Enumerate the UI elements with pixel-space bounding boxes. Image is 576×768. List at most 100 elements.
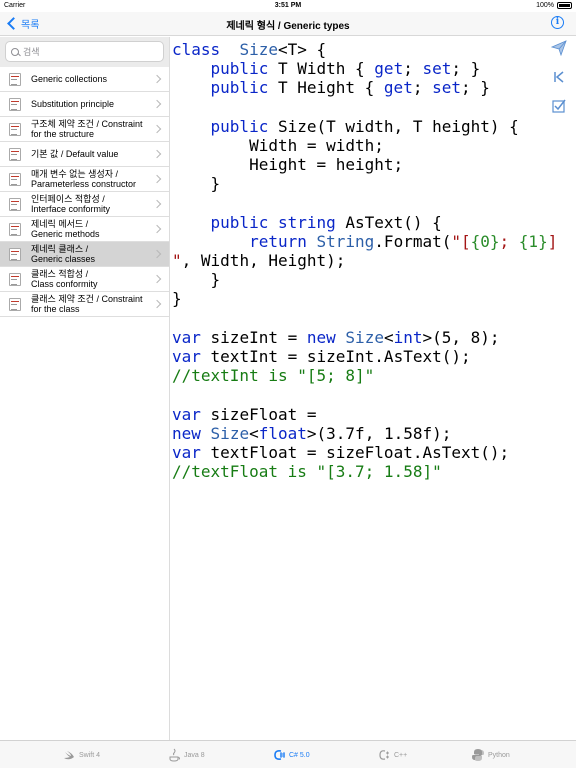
sidebar-item-line2: Class conformity xyxy=(31,279,98,289)
code-token: var xyxy=(172,442,201,462)
sidebar-item-line2: for the structure xyxy=(31,129,95,139)
sidebar-item-label: 클래스 제약 조건 / Constraint for the class xyxy=(31,294,142,314)
first-icon[interactable] xyxy=(551,69,567,85)
topic-list: Generic collections Substitution principl… xyxy=(0,67,169,317)
sidebar-item[interactable]: 제네릭 클래스 / Generic classes xyxy=(0,242,169,267)
cpp-icon xyxy=(377,748,394,762)
tab-bar: Swift 4 Java 8 C# 5.0 C++ Python xyxy=(0,740,576,768)
code-token: ; } xyxy=(461,78,490,98)
tab-c[interactable]: C++ xyxy=(377,741,407,768)
code-token: public xyxy=(210,78,269,98)
code-token: ; xyxy=(499,231,519,251)
search-input[interactable]: 검색 xyxy=(5,41,164,62)
sidebar-item[interactable]: Generic collections xyxy=(0,67,169,92)
code-token: {0} xyxy=(470,231,500,251)
code-token: < xyxy=(249,423,259,443)
sidebar-item[interactable]: Substitution principle xyxy=(0,92,169,117)
code-token: Size xyxy=(210,423,250,443)
code-token: T Width { xyxy=(268,59,375,79)
sidebar-item[interactable]: 제네릭 메서드 / Generic methods xyxy=(0,217,169,242)
code-token: {1} xyxy=(518,231,548,251)
send-icon[interactable] xyxy=(550,40,567,57)
code-token: get xyxy=(374,59,404,79)
chevron-right-icon xyxy=(152,74,162,84)
sidebar-item[interactable]: 클래스 제약 조건 / Constraint for the class xyxy=(0,292,169,317)
code-line: return String.Format("[{0}; {1}] xyxy=(172,231,557,251)
sidebar-item-line1: 제네릭 클래스 / xyxy=(31,244,89,254)
sidebar-item-line2: Generic methods xyxy=(31,229,100,239)
search-icon xyxy=(11,47,19,56)
code-token: AsText() { xyxy=(335,212,442,232)
sidebar-item-line2: for the class xyxy=(31,304,80,314)
document-icon xyxy=(9,73,21,86)
clock: 3:51 PM xyxy=(274,2,302,9)
tab-java8[interactable]: Java 8 xyxy=(167,741,205,768)
sidebar-item-label: Generic collections xyxy=(31,74,107,84)
sidebar-item[interactable]: 매개 변수 없는 생성자 / Parameterless constructor xyxy=(0,167,169,192)
tab-label: Java 8 xyxy=(184,751,205,759)
sidebar-item-label: 클래스 적합성 / Class conformity xyxy=(31,269,98,289)
tab-python[interactable]: Python xyxy=(471,741,510,768)
code-line: new Size<float>(3.7f, 1.58f); xyxy=(172,424,544,443)
page-title: 제네릭 형식 / Generic types xyxy=(226,21,350,32)
sidebar-item-label: 구조체 제약 조건 / Constraint for the structure xyxy=(31,119,142,139)
code-line: public T Width { get; set; } xyxy=(172,59,544,78)
sidebar-item[interactable]: 구조체 제약 조건 / Constraint for the structure xyxy=(0,117,169,142)
code-token: >(5, 8); xyxy=(422,327,500,347)
sidebar-item-line2: Generic classes xyxy=(31,254,96,264)
sidebar-item-label: 제네릭 클래스 / Generic classes xyxy=(31,244,95,264)
code-line: ", Width, Height); xyxy=(172,251,544,270)
code-token: T Height { xyxy=(268,78,384,98)
code-line: var textInt = sizeInt.AsText(); xyxy=(172,347,544,366)
document-icon xyxy=(9,223,21,236)
battery-icon xyxy=(557,2,572,9)
tab-swift4[interactable]: Swift 4 xyxy=(62,741,100,768)
code-token: set xyxy=(422,59,452,79)
sidebar-item-line1: 구조체 제약 조건 / Constraint xyxy=(31,119,143,129)
code-line: Height = height; xyxy=(172,155,544,174)
code-token: return xyxy=(249,231,307,251)
code-line: var sizeInt = new Size<int>(5, 8); xyxy=(172,328,544,347)
code-token: <T> { xyxy=(277,40,327,59)
info-icon[interactable]: i xyxy=(551,16,564,29)
sidebar-item[interactable]: 클래스 적합성 / Class conformity xyxy=(0,267,169,292)
chevron-right-icon xyxy=(152,124,162,134)
sidebar: 검색 Generic collections Substitution princ… xyxy=(0,37,170,740)
code-token: " xyxy=(172,251,182,271)
code-token: .Format( xyxy=(374,231,452,251)
code-token: "[ xyxy=(451,231,471,251)
sidebar-item[interactable]: 기본 값 / Default value xyxy=(0,142,169,167)
sidebar-item-label: 기본 값 / Default value xyxy=(31,149,118,159)
sidebar-item-line1: Substitution principle xyxy=(31,99,115,109)
checklist-icon[interactable] xyxy=(551,98,567,114)
code-line: class Size<T> { xyxy=(172,40,544,59)
document-icon xyxy=(9,173,21,186)
document-icon xyxy=(9,298,21,311)
code-token: new xyxy=(306,327,336,347)
document-icon xyxy=(9,123,21,136)
code-token: } xyxy=(172,289,182,309)
chevron-right-icon xyxy=(152,199,162,209)
code-line: //textFloat is "[3.7; 1.58]" xyxy=(172,462,544,481)
code-token: //textInt is "[5; 8]" xyxy=(172,366,375,386)
sidebar-item-line1: 매개 변수 없는 생성자 / xyxy=(31,169,119,179)
tab-c50[interactable]: C# 5.0 xyxy=(272,741,310,768)
code-line: public Size(T width, T height) { xyxy=(172,117,544,136)
tab-label: C++ xyxy=(394,751,408,759)
sidebar-item-line1: Generic collections xyxy=(31,74,108,84)
code-line: public string AsText() { xyxy=(172,213,544,232)
sidebar-item[interactable]: 인터페이스 적합성 / Interface conformity xyxy=(0,192,169,217)
chevron-right-icon xyxy=(152,149,162,159)
code-token: set xyxy=(432,78,461,98)
code-token: ; xyxy=(412,78,433,98)
code-line: } xyxy=(172,270,544,289)
tab-label: C# 5.0 xyxy=(289,751,310,759)
